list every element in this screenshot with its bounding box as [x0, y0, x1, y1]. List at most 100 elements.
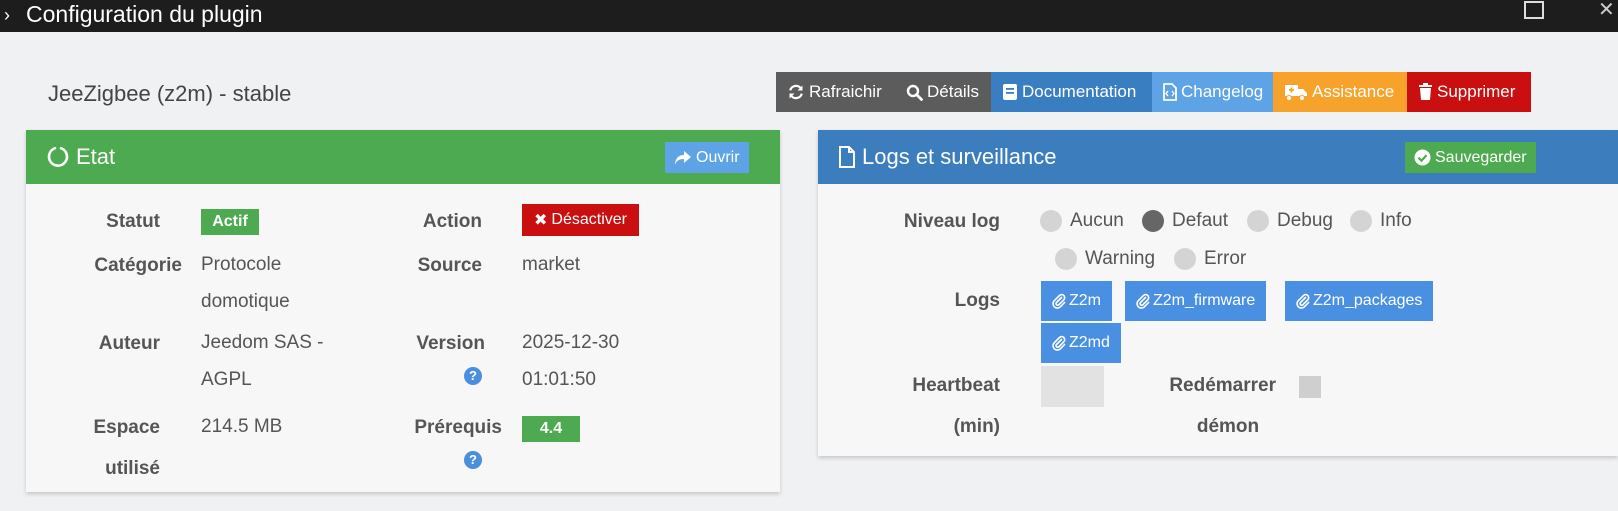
log-level-label: Debug: [1277, 210, 1333, 231]
delete-label: Supprimer: [1437, 82, 1516, 101]
version-value-line1: 2025-12-30: [522, 332, 620, 353]
window-title: Configuration du plugin: [26, 1, 263, 27]
log-file-label: Z2m: [1069, 292, 1101, 309]
radio-icon: [1247, 210, 1269, 232]
action-label: Action: [422, 211, 482, 232]
log-file-label: Z2m_packages: [1313, 292, 1423, 309]
log-file-button[interactable]: Z2m_firmware: [1125, 281, 1267, 321]
restart-label-line1: Redémarrer: [1169, 375, 1276, 396]
niveau-log-label: Niveau log: [903, 211, 1000, 232]
radio-icon: [1055, 248, 1077, 270]
log-level-error[interactable]: Error: [1174, 247, 1246, 271]
log-level-aucun[interactable]: Aucun: [1040, 209, 1124, 233]
paperclip-icon: [1052, 293, 1066, 309]
book-icon: [1003, 84, 1017, 100]
log-level-label: Warning: [1085, 248, 1156, 269]
restart-label-line2: démon: [1196, 416, 1260, 437]
radio-icon: [1040, 210, 1062, 232]
categorie-label: Catégorie: [94, 255, 182, 276]
logs-panel-header: Logs et surveillance Sauvegarder: [818, 130, 1618, 184]
prerequis-help-icon[interactable]: ?: [464, 451, 482, 469]
version-label: Version: [416, 333, 485, 354]
prerequis-label: Prérequis: [414, 417, 502, 438]
espace-label-line1: Espace: [93, 417, 160, 438]
version-help-icon[interactable]: ?: [464, 367, 482, 385]
logs-label: Logs: [954, 290, 1000, 311]
save-button[interactable]: Sauvegarder: [1405, 142, 1536, 173]
paperclip-icon: [1136, 293, 1150, 309]
documentation-button[interactable]: Documentation: [991, 72, 1152, 112]
open-label: Ouvrir: [696, 148, 740, 166]
trash-icon: [1419, 83, 1432, 100]
heartbeat-label-line2: (min): [953, 416, 1000, 437]
assistance-button[interactable]: Assistance: [1273, 72, 1407, 112]
details-label: Détails: [927, 82, 979, 101]
refresh-button[interactable]: Rafraichir: [776, 72, 895, 112]
heartbeat-label-line1: Heartbeat: [912, 375, 1000, 396]
version-value-line2: 01:01:50: [522, 369, 596, 390]
details-button[interactable]: Détails: [895, 72, 991, 112]
refresh-label: Rafraichir: [809, 82, 882, 101]
deactivate-button[interactable]: ✖ Désactiver: [522, 204, 639, 236]
log-file-button[interactable]: Z2m_packages: [1285, 281, 1434, 321]
documentation-label: Documentation: [1022, 82, 1137, 101]
log-level-label: Defaut: [1172, 210, 1228, 231]
espace-value: 214.5 MB: [201, 416, 283, 437]
window-titlebar: › Configuration du plugin ✕: [0, 0, 1618, 32]
log-level-debug[interactable]: Debug: [1247, 209, 1333, 233]
heartbeat-input[interactable]: [1041, 366, 1104, 407]
auteur-value-line2: AGPL: [201, 369, 252, 390]
check-circle-icon: [1414, 149, 1431, 166]
file-code-icon: [1163, 83, 1177, 101]
statut-badge: Actif: [201, 209, 259, 235]
plugin-name: JeeZigbee (z2m) - stable: [48, 81, 292, 106]
log-level-defaut[interactable]: Defaut: [1142, 209, 1228, 233]
changelog-label: Changelog: [1181, 82, 1264, 101]
logs-panel-title: Logs et surveillance: [862, 144, 1057, 169]
search-icon: [906, 84, 923, 101]
log-level-warning[interactable]: Warning: [1055, 247, 1155, 271]
close-icon[interactable]: ✕: [1598, 0, 1615, 20]
deactivate-label: Désactiver: [551, 211, 627, 228]
log-file-label: Z2m_firmware: [1153, 292, 1256, 309]
log-level-info[interactable]: Info: [1350, 209, 1412, 233]
restart-daemon-checkbox[interactable]: [1299, 376, 1321, 398]
file-icon: [839, 146, 855, 168]
source-label: Source: [417, 255, 482, 276]
logs-panel: Logs et surveillance Sauvegarder Niveau …: [818, 130, 1618, 456]
changelog-button[interactable]: Changelog: [1152, 72, 1273, 112]
ambulance-icon: [1285, 85, 1307, 101]
log-level-label: Aucun: [1070, 210, 1124, 231]
auteur-value-line1: Jeedom SAS -: [201, 332, 324, 353]
chevron-right-icon[interactable]: ›: [4, 5, 10, 25]
prerequis-badge: 4.4: [522, 416, 580, 442]
categorie-value-line2: domotique: [201, 291, 290, 312]
refresh-icon: [789, 84, 803, 100]
log-level-label: Error: [1204, 248, 1247, 269]
plugin-actions: Rafraichir Détails Documentation Changel…: [776, 72, 1531, 112]
radio-icon: [1350, 210, 1372, 232]
etat-panel-header: Etat Ouvrir: [26, 130, 780, 184]
close-icon: ✖: [534, 212, 548, 229]
delete-button[interactable]: Supprimer: [1407, 72, 1531, 112]
categorie-value-line1: Protocole: [201, 254, 282, 275]
paperclip-icon: [1052, 335, 1066, 351]
log-file-button[interactable]: Z2m: [1041, 281, 1112, 321]
assistance-label: Assistance: [1312, 82, 1395, 101]
espace-label-line2: utilisé: [105, 458, 160, 479]
log-file-button[interactable]: Z2md: [1041, 323, 1121, 363]
radio-checked-icon: [1142, 210, 1164, 232]
auteur-label: Auteur: [98, 333, 160, 354]
log-level-label: Info: [1380, 210, 1412, 231]
log-file-label: Z2md: [1069, 334, 1110, 351]
save-label: Sauvegarder: [1435, 148, 1527, 166]
paperclip-icon: [1296, 293, 1310, 309]
open-button[interactable]: Ouvrir: [665, 142, 749, 173]
radio-icon: [1174, 248, 1196, 270]
etat-panel: Etat Ouvrir Statut Actif Action ✖ Désact…: [26, 130, 780, 492]
source-value: market: [522, 254, 581, 275]
maximize-icon[interactable]: [1524, 1, 1544, 19]
share-icon: [675, 150, 691, 165]
etat-panel-title: Etat: [76, 144, 116, 169]
statut-label: Statut: [106, 211, 160, 232]
